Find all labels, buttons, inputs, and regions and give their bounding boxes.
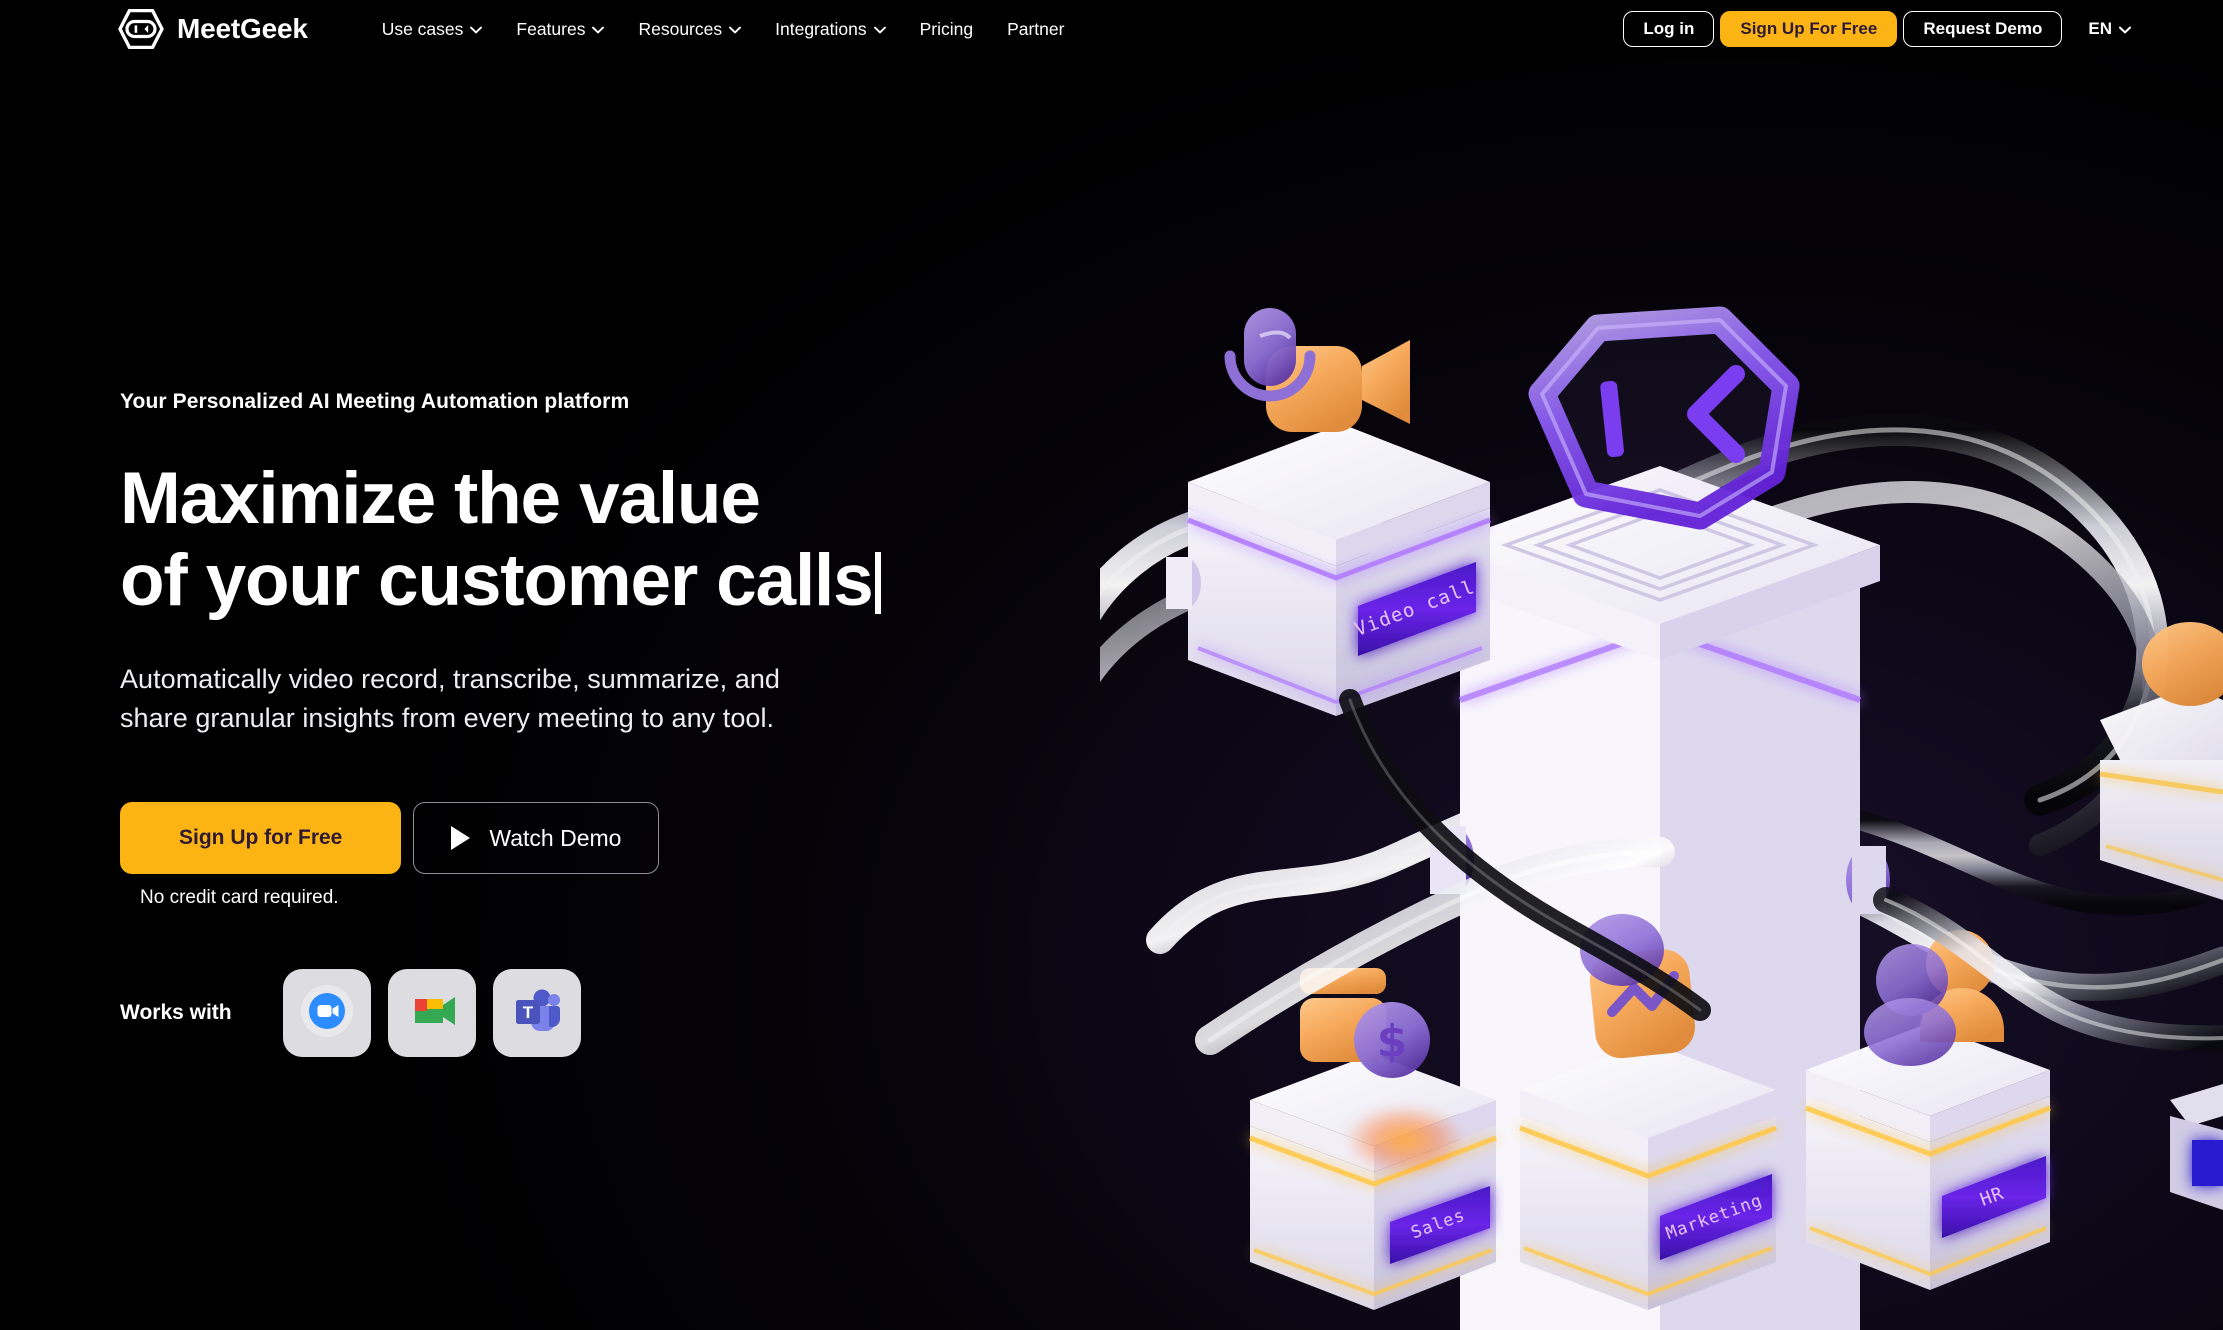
- hero-subheadline: Automatically video record, transcribe, …: [120, 660, 920, 740]
- typing-cursor: [874, 551, 881, 614]
- subheadline-line-1: Automatically video record, transcribe, …: [120, 663, 780, 694]
- svg-text:Sales: Sales: [1408, 1205, 1468, 1243]
- brand-logo-link[interactable]: MeetGeek: [118, 9, 308, 49]
- works-with-section: Works with T: [120, 969, 1080, 1058]
- hero-content: Your Personalized AI Meeting Automation …: [120, 390, 1080, 1058]
- microsoft-teams-icon: T: [511, 987, 563, 1040]
- nav-item-pricing[interactable]: Pricing: [903, 0, 991, 58]
- nav-item-partner[interactable]: Partner: [990, 0, 1081, 58]
- nav-item-pricing-label: Pricing: [919, 18, 974, 39]
- hero-3d-illustration: Video call Sales $ Marketing HR: [1100, 0, 2223, 1330]
- language-selector[interactable]: EN: [2088, 19, 2131, 39]
- no-credit-card-note: No credit card required.: [140, 887, 339, 909]
- nav-item-integrations-label: Integrations: [775, 18, 867, 39]
- watch-demo-button[interactable]: Watch Demo: [413, 802, 660, 875]
- language-selector-label: EN: [2088, 19, 2112, 38]
- nav-item-features-label: Features: [516, 18, 586, 39]
- meetgeek-hexagon-logo-icon: [118, 9, 164, 49]
- top-navigation-bar: MeetGeek Use cases Features Resources In…: [0, 0, 2223, 58]
- nav-item-integrations[interactable]: Integrations: [758, 0, 902, 58]
- signup-button[interactable]: Sign Up For Free: [1720, 11, 1898, 47]
- chevron-down-icon: [873, 24, 886, 34]
- nav-item-use-cases-label: Use cases: [381, 18, 464, 39]
- svg-text:Marketing: Marketing: [1663, 1191, 1765, 1244]
- headline-line-2: of your customer calls: [120, 539, 874, 621]
- chevron-down-icon: [2119, 24, 2131, 34]
- play-icon: [451, 826, 471, 851]
- svg-text:Video call: Video call: [1352, 576, 1478, 641]
- hero-page: MeetGeek Use cases Features Resources In…: [0, 0, 2223, 1330]
- brand-name: MeetGeek: [177, 13, 308, 44]
- chevron-down-icon: [592, 24, 605, 34]
- nav-item-partner-label: Partner: [1007, 18, 1065, 39]
- svg-text:T: T: [522, 1003, 533, 1022]
- nav-actions: Log in Sign Up For Free Request Demo EN: [1623, 11, 2131, 47]
- illustration-spark-glow: [1345, 1105, 1465, 1175]
- zoom-icon: [299, 983, 355, 1044]
- hero-eyebrow: Your Personalized AI Meeting Automation …: [120, 390, 630, 413]
- primary-nav: Use cases Features Resources Integration…: [365, 0, 1082, 58]
- integration-tile-zoom[interactable]: [282, 969, 371, 1058]
- google-meet-icon: [407, 989, 457, 1038]
- headline-line-1: Maximize the value: [120, 458, 761, 539]
- nav-item-resources-label: Resources: [638, 18, 723, 39]
- chevron-down-icon: [729, 24, 742, 34]
- chevron-down-icon: [470, 24, 483, 34]
- page-title: Maximize the value of your customer call…: [120, 458, 1080, 622]
- nav-item-use-cases[interactable]: Use cases: [365, 0, 500, 58]
- svg-text:$: $: [1377, 1016, 1408, 1067]
- nav-item-resources[interactable]: Resources: [621, 0, 758, 58]
- svg-text:HR: HR: [1977, 1183, 2006, 1211]
- nav-item-features[interactable]: Features: [499, 0, 621, 58]
- integration-tile-microsoft-teams[interactable]: T: [492, 969, 581, 1058]
- request-demo-button[interactable]: Request Demo: [1903, 11, 2063, 47]
- subheadline-line-2: share granular insights from every meeti…: [120, 703, 775, 734]
- watch-demo-label: Watch Demo: [489, 824, 622, 851]
- hero-cta-row: Sign Up for Free Watch Demo: [120, 802, 1080, 875]
- login-button[interactable]: Log in: [1623, 11, 1715, 47]
- works-with-label: Works with: [120, 1001, 232, 1025]
- integration-tile-google-meet[interactable]: [387, 969, 476, 1058]
- hero-signup-button[interactable]: Sign Up for Free: [120, 802, 402, 875]
